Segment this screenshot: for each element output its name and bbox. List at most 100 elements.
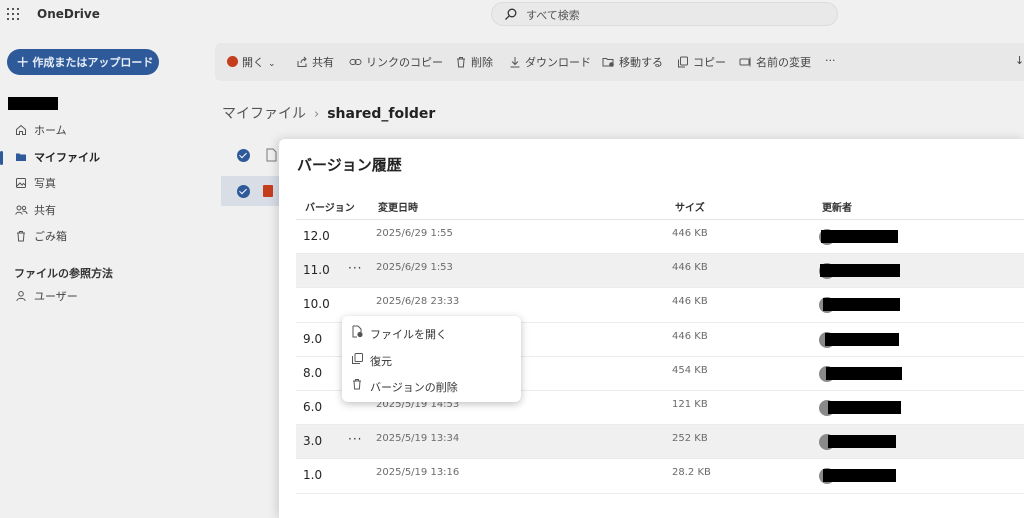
file-row-selected[interactable] (221, 176, 281, 206)
download-icon (510, 57, 520, 68)
version-number: 3.0 (303, 434, 323, 449)
app-launcher-icon[interactable] (7, 8, 19, 20)
people-icon (15, 205, 28, 215)
move-folder-icon (602, 58, 614, 67)
file-size: 252 KB (672, 433, 708, 445)
download-button[interactable]: ダウンロード (509, 54, 591, 70)
create-upload-button[interactable]: + 作成またはアップロード (7, 49, 159, 75)
app-name[interactable]: OneDrive (37, 7, 100, 21)
copy-link-label: リンクのコピー (366, 56, 443, 69)
redacted-user (826, 366, 902, 380)
create-upload-label: 作成またはアップロード (32, 56, 154, 69)
file-size: 446 KB (672, 262, 708, 274)
menu-item-label: ファイルを開く (370, 328, 447, 341)
move-label: 移動する (619, 56, 663, 69)
download-label: ダウンロード (525, 56, 591, 69)
breadcrumb-current: shared_folder (327, 106, 436, 122)
share-icon (297, 56, 307, 67)
redacted-user (820, 264, 900, 278)
menu-item-delete-version[interactable]: バージョンの削除 (342, 372, 521, 398)
powerpoint-icon (227, 56, 238, 67)
more-actions-button[interactable]: ··· (825, 54, 836, 67)
sidebar-item-recycle-bin[interactable]: ごみ箱 (0, 226, 200, 253)
trash-icon (457, 57, 465, 68)
sidebar-item-shared[interactable]: 共有 (0, 200, 200, 227)
sidebar-item-label: 写真 (34, 177, 56, 190)
version-number: 12.0 (303, 229, 330, 243)
modified-date: 2025/6/29 1:55 (376, 228, 453, 239)
file-row[interactable] (221, 140, 281, 170)
table-row[interactable]: 1.0 2025/5/19 13:16 28.2 KB (296, 459, 1024, 494)
column-header-version[interactable]: バージョン (305, 199, 355, 214)
search-box[interactable]: すべて検索 (491, 2, 838, 26)
checkmark-icon[interactable] (237, 149, 250, 162)
table-row[interactable]: 12.0 2025/6/29 1:55 446 KB (296, 220, 1024, 255)
panel-title: バージョン履歴 (297, 156, 402, 174)
sidebar-item-photos[interactable]: 写真 (0, 173, 200, 200)
table-row[interactable]: 3.0 ··· 2025/5/19 13:34 252 KB (296, 425, 1024, 460)
chevron-right-icon: › (314, 107, 320, 122)
move-button[interactable]: 移動する (602, 54, 663, 70)
share-button[interactable]: 共有 (296, 54, 334, 70)
column-header-modified[interactable]: 変更日時 (378, 199, 418, 214)
menu-item-label: 復元 (370, 355, 392, 368)
sidebar-nav: ホーム マイファイル 写真 共有 ごみ箱 (0, 120, 200, 253)
redacted-user (828, 400, 901, 414)
menu-item-restore[interactable]: 復元 (342, 346, 521, 372)
copy-link-button[interactable]: リンクのコピー (349, 54, 443, 70)
version-number: 11.0 (303, 263, 330, 278)
command-bar: 開く ⌄ 共有 リンクのコピー 削除 ダウンロード 移動する コピー 名前の変更 … (215, 43, 1024, 81)
link-icon (349, 59, 362, 65)
powerpoint-file-icon (263, 185, 273, 197)
column-header-size[interactable]: サイズ (675, 199, 705, 214)
sort-icon[interactable]: ↓ (1015, 54, 1024, 67)
breadcrumb-root[interactable]: マイファイル (222, 106, 306, 122)
column-header-modified-by[interactable]: 更新者 (822, 199, 852, 214)
copy-icon (678, 56, 688, 68)
redacted-user (823, 298, 900, 312)
version-number: 9.0 (303, 331, 323, 346)
file-size: 454 KB (672, 364, 708, 376)
table-row[interactable]: 11.0 ··· 2025/6/29 1:53 446 KB (296, 254, 1024, 289)
sidebar-item-my-files[interactable]: マイファイル (0, 147, 200, 174)
version-number: 1.0 (303, 468, 323, 483)
delete-button[interactable]: 削除 (455, 54, 493, 70)
browse-heading: ファイルの参照方法 (14, 267, 113, 280)
table-header: バージョン 変更日時 サイズ 更新者 (296, 189, 1024, 220)
breadcrumb: マイファイル › shared_folder (222, 103, 435, 123)
file-size: 446 KB (672, 330, 708, 342)
redacted-username (8, 97, 58, 110)
file-icon (266, 148, 277, 162)
sidebar-item-home[interactable]: ホーム (0, 120, 200, 147)
open-label: 開く (242, 56, 264, 69)
sidebar-item-label: ホーム (34, 124, 67, 137)
rename-button[interactable]: 名前の変更 (739, 54, 811, 70)
menu-item-open-file[interactable]: ファイルを開く (342, 319, 521, 345)
trash-icon (353, 379, 361, 390)
row-more-button[interactable]: ··· (348, 261, 362, 275)
sidebar-item-label: ごみ箱 (34, 230, 67, 243)
open-button[interactable]: 開く ⌄ (227, 54, 276, 70)
version-number: 6.0 (303, 399, 323, 414)
sidebar-item-label: 共有 (34, 203, 56, 217)
delete-label: 削除 (471, 56, 493, 69)
home-icon (16, 124, 26, 135)
file-size: 446 KB (672, 228, 708, 239)
sidebar-item-label: ユーザー (34, 290, 78, 303)
version-number: 8.0 (303, 365, 323, 380)
checkmark-icon[interactable] (237, 185, 250, 198)
file-size: 121 KB (672, 398, 708, 410)
redacted-user (821, 230, 898, 243)
copy-button[interactable]: コピー (677, 54, 726, 70)
search-placeholder: すべて検索 (526, 9, 580, 22)
redacted-user (823, 469, 896, 483)
version-number: 10.0 (303, 297, 330, 312)
plus-icon: + (16, 52, 30, 71)
file-size: 446 KB (672, 296, 708, 308)
photo-icon (16, 178, 26, 188)
modified-date: 2025/5/19 13:34 (376, 433, 460, 445)
row-more-button[interactable]: ··· (348, 432, 362, 446)
chevron-down-icon: ⌄ (268, 59, 276, 69)
sidebar-item-people[interactable]: ユーザー (0, 286, 200, 313)
copy-label: コピー (693, 56, 726, 69)
